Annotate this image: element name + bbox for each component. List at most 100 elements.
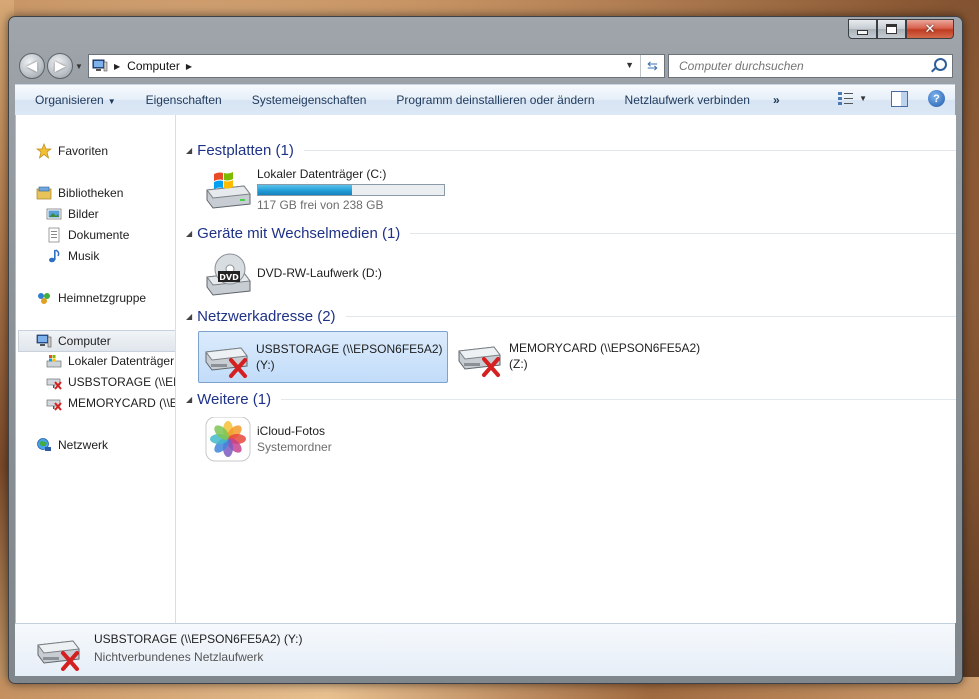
explorer-window: ✕ ◀ ▶ ▼ ▶ Computer ▶ ▼ ⇆ Organisieren▼ E… <box>8 16 963 684</box>
drive-tile-usbstorage-y[interactable]: USBSTORAGE (\\EPSON6FE5A2) (Y:) <box>198 331 448 383</box>
sidebar-item-label: Netzwerk <box>58 438 109 452</box>
window-controls: ✕ <box>848 19 954 39</box>
sidebar-item-documents[interactable]: Dokumente <box>46 225 129 245</box>
sidebar-item-label: Bilder <box>68 207 99 221</box>
icloud-photos-icon <box>205 417 251 462</box>
navigation-bar: ◀ ▶ ▼ ▶ Computer ▶ ▼ ⇆ <box>9 49 962 83</box>
sidebar-item-label: USBSTORAGE (\\EPS <box>68 375 175 389</box>
sidebar-item-music[interactable]: Musik <box>46 246 99 266</box>
arrow-left-icon: ◀ <box>27 58 37 73</box>
more-commands-button[interactable]: » <box>765 93 788 107</box>
drive-name: MEMORYCARD (\\EPSON6FE5A2) <box>509 341 701 355</box>
breadcrumb-computer[interactable]: Computer <box>127 59 180 73</box>
close-button[interactable]: ✕ <box>906 19 954 39</box>
sidebar-item-pictures[interactable]: Bilder <box>46 204 99 224</box>
back-button[interactable]: ◀ <box>19 53 45 79</box>
sidebar-item-label: MEMORYCARD (\\E <box>68 396 176 410</box>
group-title: Geräte mit Wechselmedien (1) <box>197 224 401 242</box>
search-icon[interactable] <box>934 58 947 71</box>
drive-letter: (Z:) <box>509 357 528 371</box>
search-input[interactable] <box>677 58 931 74</box>
chevron-down-icon: ▼ <box>107 97 116 106</box>
map-network-drive-button[interactable]: Netzlaufwerk verbinden <box>610 93 765 107</box>
command-bar: Organisieren ▼ Eigenschaften Systemeigens… <box>15 84 955 116</box>
drive-name: Lokaler Datenträger (C:) <box>257 167 387 181</box>
documents-icon <box>48 227 60 243</box>
group-divider <box>303 149 956 151</box>
preview-pane-icon[interactable] <box>891 90 908 107</box>
sidebar-item-label: Heimnetzgruppe <box>58 291 147 305</box>
close-icon: ✕ <box>924 21 936 37</box>
drive-letter: (Y:) <box>256 358 275 372</box>
drive-tile-dvd-d[interactable]: DVD DVD-RW-Laufwerk (D:) <box>200 249 450 299</box>
address-dropdown[interactable]: ▼ <box>625 60 634 70</box>
maximize-icon <box>886 24 897 34</box>
breadcrumb-separator[interactable]: ▶ <box>114 62 120 71</box>
sidebar-item-favorites[interactable]: Favoriten <box>36 141 108 161</box>
details-item-type: Nichtverbundenes Netzlaufwerk <box>94 650 264 664</box>
sidebar-item-libraries[interactable]: Bibliotheken <box>36 183 123 203</box>
maximize-button[interactable] <box>877 19 906 39</box>
system-properties-button[interactable]: Systemeigenschaften <box>237 93 382 107</box>
view-options-dropdown[interactable]: ▼ <box>859 94 867 103</box>
computer-icon <box>92 59 108 72</box>
details-pane: USBSTORAGE (\\EPSON6FE5A2) (Y:) Nichtver… <box>15 623 955 676</box>
sidebar-item-homegroup[interactable]: Heimnetzgruppe <box>36 288 146 308</box>
windows-hard-drive-icon <box>206 172 251 209</box>
sidebar-item-memorycard[interactable]: MEMORYCARD (\\E <box>46 393 176 413</box>
forward-button[interactable]: ▶ <box>47 53 73 79</box>
group-header-network-locations[interactable]: ◢ Netzwerkadresse (2) <box>186 306 956 326</box>
network-drive-disconnected-icon <box>37 640 80 671</box>
sidebar-item-label: Bibliotheken <box>58 186 124 200</box>
star-icon <box>36 143 52 159</box>
computer-icon <box>36 334 52 348</box>
collapse-chevron-icon: ◢ <box>186 228 193 238</box>
client-area: Favoriten Bibliotheken Bilder Dokumente … <box>15 115 956 623</box>
sidebar-item-local-disk[interactable]: Lokaler Datenträger <box>46 351 174 371</box>
organize-button[interactable]: Organisieren ▼ <box>15 93 131 107</box>
capacity-bar <box>257 184 445 196</box>
sidebar-item-usbstorage[interactable]: USBSTORAGE (\\EPS <box>46 372 175 392</box>
drive-free-space: 117 GB frei von 238 GB <box>257 198 384 212</box>
sidebar-item-computer[interactable]: Computer <box>18 330 175 352</box>
music-icon <box>49 249 60 263</box>
minimize-button[interactable] <box>848 19 877 39</box>
folder-tile-icloud-photos[interactable]: iCloud-Fotos Systemordner <box>200 415 450 465</box>
properties-button[interactable]: Eigenschaften <box>131 93 237 107</box>
breadcrumb-separator[interactable]: ▶ <box>186 62 192 71</box>
sidebar-item-label: Musik <box>68 249 100 263</box>
details-item-name: USBSTORAGE (\\EPSON6FE5A2) (Y:) <box>94 632 303 646</box>
sidebar-item-label: Dokumente <box>68 228 130 242</box>
refresh-icon: ⇆ <box>647 58 658 73</box>
refresh-button[interactable]: ⇆ <box>640 55 664 77</box>
homegroup-icon <box>38 293 50 304</box>
content-pane: ◢ Festplatten (1) Lokaler Datenträger (C… <box>184 115 956 623</box>
group-header-other[interactable]: ◢ Weitere (1) <box>186 389 956 409</box>
drive-name: DVD-RW-Laufwerk (D:) <box>257 266 382 280</box>
local-disk-icon <box>46 355 62 368</box>
organize-label: Organisieren <box>35 93 104 107</box>
drive-tile-local-c[interactable]: Lokaler Datenträger (C:) 117 GB frei von… <box>200 164 500 214</box>
network-drive-disconnected-icon <box>46 378 62 390</box>
group-header-hard-disks[interactable]: ◢ Festplatten (1) <box>186 140 956 160</box>
drive-tile-memorycard-z[interactable]: MEMORYCARD (\\EPSON6FE5A2) (Z:) <box>452 331 712 381</box>
sidebar-item-label: Computer <box>58 334 111 348</box>
group-divider <box>410 232 956 234</box>
drive-name: USBSTORAGE (\\EPSON6FE5A2) <box>256 342 443 356</box>
network-drive-disconnected-icon <box>46 399 62 411</box>
recent-pages-dropdown[interactable]: ▼ <box>75 62 83 71</box>
network-icon <box>37 438 51 451</box>
help-icon[interactable]: ? <box>928 90 945 107</box>
group-divider <box>281 398 956 400</box>
sidebar-item-network[interactable]: Netzwerk <box>36 435 108 455</box>
collapse-chevron-icon: ◢ <box>186 145 193 155</box>
group-title: Festplatten (1) <box>197 141 294 159</box>
group-title: Weitere (1) <box>197 390 272 408</box>
address-bar[interactable]: ▶ Computer ▶ ▼ ⇆ <box>88 54 665 78</box>
uninstall-program-button[interactable]: Programm deinstallieren oder ändern <box>381 93 609 107</box>
arrow-right-icon: ▶ <box>55 58 65 73</box>
change-view-icon[interactable] <box>838 92 854 105</box>
network-drive-disconnected-icon <box>458 346 501 377</box>
group-header-removable[interactable]: ◢ Geräte mit Wechselmedien (1) <box>186 223 956 243</box>
dvd-drive-icon: DVD <box>206 253 251 296</box>
